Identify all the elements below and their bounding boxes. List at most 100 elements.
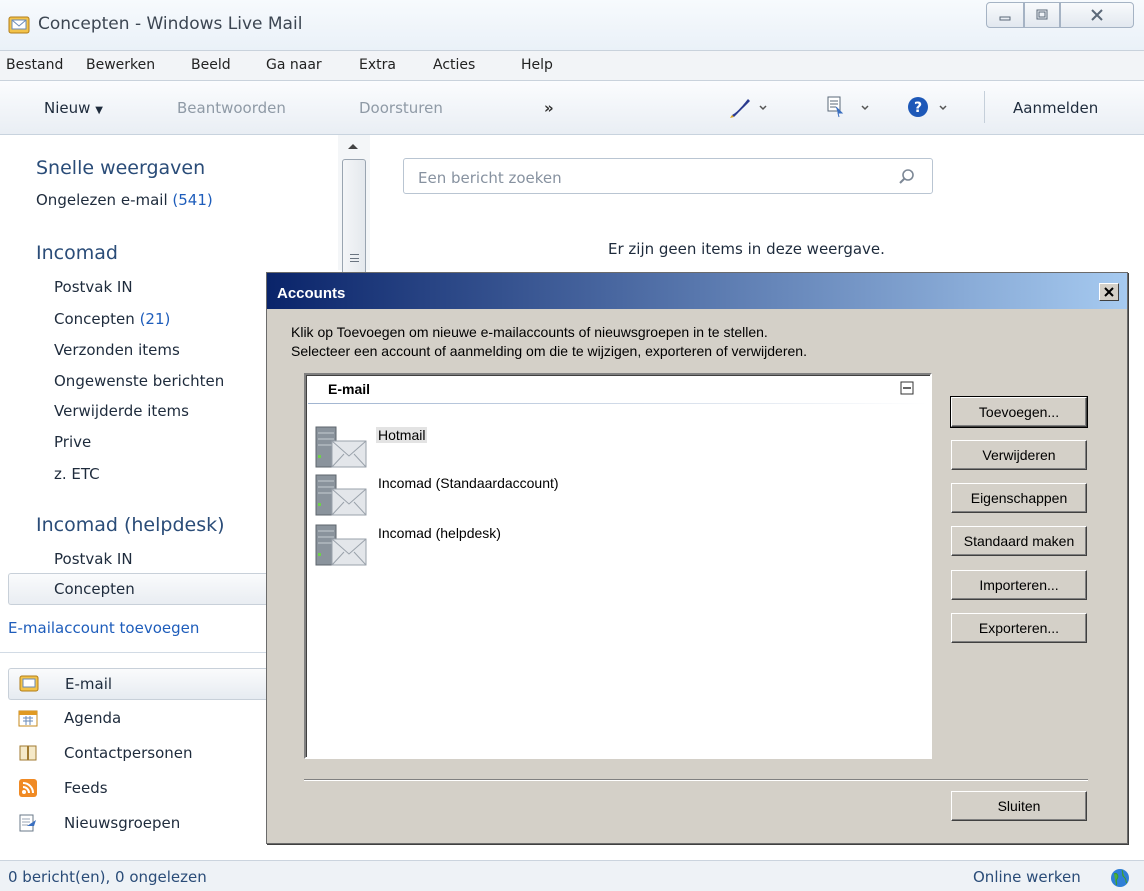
folder-helpdesk-drafts[interactable]: Concepten xyxy=(8,573,270,605)
dialog-instruction-add: Klik op Toevoegen om nieuwe e-mailaccoun… xyxy=(291,324,768,340)
folder-prive[interactable]: Prive xyxy=(54,433,91,451)
folder-z-etc[interactable]: z. ETC xyxy=(54,465,100,483)
add-button[interactable]: Toevoegen... xyxy=(950,396,1088,428)
folder-label: Verzonden items xyxy=(54,341,180,359)
menu-acties[interactable]: Acties xyxy=(433,57,475,73)
folder-helpdesk-inbox[interactable]: Postvak IN xyxy=(54,550,133,568)
account-label: Incomad (helpdesk) xyxy=(378,525,501,541)
accounts-dialog: Accounts Klik op Toevoegen om nieuwe e-m… xyxy=(266,272,1128,844)
nav-calendar[interactable]: Agenda xyxy=(8,703,270,735)
calendar-icon xyxy=(18,710,38,727)
help-icon[interactable]: ? xyxy=(906,95,952,121)
folder-inbox[interactable]: Postvak IN xyxy=(54,278,133,296)
reply-button[interactable]: Beantwoorden xyxy=(177,99,286,117)
status-bar: 0 bericht(en), 0 ongelezen Online werken xyxy=(0,860,1144,891)
svg-text:?: ? xyxy=(914,100,922,116)
collapse-icon[interactable] xyxy=(900,381,914,395)
nav-label: Agenda xyxy=(64,709,122,727)
new-button[interactable]: Nieuw ▼ xyxy=(44,99,103,117)
close-icon xyxy=(1104,287,1114,297)
nav-feeds[interactable]: Feeds xyxy=(8,773,270,805)
close-dialog-button[interactable]: Sluiten xyxy=(951,791,1087,821)
export-button[interactable]: Exporteren... xyxy=(951,613,1087,643)
grip-icon xyxy=(350,254,359,262)
folder-junk[interactable]: Ongewenste berichten xyxy=(54,372,224,390)
title-bar: Concepten - Windows Live Mail xyxy=(0,0,1144,50)
mail-server-icon xyxy=(315,524,367,566)
menu-extra[interactable]: Extra xyxy=(359,57,396,73)
forward-button[interactable]: Doorsturen xyxy=(359,99,443,117)
folder-label: Concepten xyxy=(54,580,135,598)
unread-count: (541) xyxy=(172,191,213,209)
mail-server-icon xyxy=(315,426,367,468)
folder-deleted-items[interactable]: Verwijderde items xyxy=(54,402,189,420)
account-label: Incomad (Standaardaccount) xyxy=(378,475,559,491)
toolbar-separator xyxy=(984,91,985,123)
mail-server-icon xyxy=(315,474,367,516)
message-count-status: 0 bericht(en), 0 ongelezen xyxy=(8,868,207,886)
menu-help[interactable]: Help xyxy=(521,57,553,73)
windows-live-mail-icon xyxy=(8,16,30,34)
dialog-close-button[interactable] xyxy=(1099,283,1119,301)
folder-drafts[interactable]: Concepten (21) xyxy=(54,310,170,328)
signin-button[interactable]: Aanmelden xyxy=(1013,99,1098,117)
search-icon[interactable] xyxy=(898,168,916,186)
nav-newsgroups[interactable]: Nieuwsgroepen xyxy=(8,808,270,840)
dialog-title-bar[interactable]: Accounts xyxy=(267,273,1127,309)
folder-label: Verwijderde items xyxy=(54,402,189,420)
folder-label: Prive xyxy=(54,433,92,451)
close-window-button[interactable] xyxy=(1060,2,1134,28)
properties-button[interactable]: Eigenschappen xyxy=(951,483,1087,513)
nav-label: E-mail xyxy=(65,675,113,693)
minimize-button[interactable] xyxy=(986,2,1024,28)
set-default-button[interactable]: Standaard maken xyxy=(951,526,1087,556)
globe-icon[interactable] xyxy=(1109,867,1131,889)
dialog-separator xyxy=(304,779,1088,781)
nav-email[interactable]: E-mail xyxy=(8,668,270,700)
folder-pane-scrollbar[interactable] xyxy=(338,135,370,279)
remove-button[interactable]: Verwijderen xyxy=(951,440,1087,470)
close-icon xyxy=(1091,9,1103,21)
new-label: Nieuw xyxy=(44,99,91,117)
pane-divider xyxy=(0,652,270,653)
add-email-account-link[interactable]: E-mailaccount toevoegen xyxy=(8,619,199,637)
menu-bewerken[interactable]: Bewerken xyxy=(86,57,155,73)
scroll-thumb[interactable] xyxy=(342,159,366,279)
rss-icon xyxy=(19,779,37,797)
folder-label: Ongelezen e-mail xyxy=(36,191,168,209)
menu-beeld[interactable]: Beeld xyxy=(191,57,231,73)
account-helpdesk-title[interactable]: Incomad (helpdesk) xyxy=(36,514,225,536)
account-item-incomad-default[interactable]: Incomad (Standaardaccount) xyxy=(314,473,714,523)
quick-views-title[interactable]: Snelle weergaven xyxy=(36,157,205,179)
maximize-button[interactable] xyxy=(1024,2,1060,28)
message-search-input[interactable]: Een bericht zoeken xyxy=(403,158,933,194)
folder-unread-email[interactable]: Ongelezen e-mail (541) xyxy=(36,191,213,209)
paintbrush-icon[interactable] xyxy=(728,95,768,119)
menu-options-icon[interactable] xyxy=(826,95,872,119)
contacts-icon xyxy=(19,745,37,761)
account-item-incomad-helpdesk[interactable]: Incomad (helpdesk) xyxy=(314,523,714,573)
minimize-icon xyxy=(999,16,1011,21)
accounts-list[interactable]: E-mail Hotmail Incomad (Standaardaccount… xyxy=(304,373,932,759)
menu-bar: Bestand Bewerken Beeld Ga naar Extra Act… xyxy=(0,50,1144,81)
mail-icon xyxy=(19,675,39,692)
more-commands-button[interactable]: » xyxy=(544,99,554,117)
search-placeholder: Een bericht zoeken xyxy=(418,169,562,187)
folder-label: Postvak IN xyxy=(54,278,133,296)
chevron-down-icon: ▼ xyxy=(95,105,103,116)
window-title: Concepten - Windows Live Mail xyxy=(38,14,303,34)
import-button[interactable]: Importeren... xyxy=(951,570,1087,600)
menu-ga-naar[interactable]: Ga naar xyxy=(266,57,322,73)
dialog-title: Accounts xyxy=(277,285,346,302)
nav-label: Nieuwsgroepen xyxy=(64,814,181,832)
drafts-count: (21) xyxy=(139,310,171,328)
dialog-instruction-select: Selecteer een account of aanmelding om d… xyxy=(291,343,807,359)
folder-sent-items[interactable]: Verzonden items xyxy=(54,341,180,359)
online-status[interactable]: Online werken xyxy=(973,868,1081,886)
folder-label: Postvak IN xyxy=(54,550,133,568)
account-item-hotmail[interactable]: Hotmail xyxy=(314,425,714,475)
scroll-up-icon[interactable] xyxy=(346,141,360,151)
nav-contacts[interactable]: Contactpersonen xyxy=(8,738,270,770)
account-incomad-title[interactable]: Incomad xyxy=(36,242,118,264)
menu-bestand[interactable]: Bestand xyxy=(6,57,63,73)
